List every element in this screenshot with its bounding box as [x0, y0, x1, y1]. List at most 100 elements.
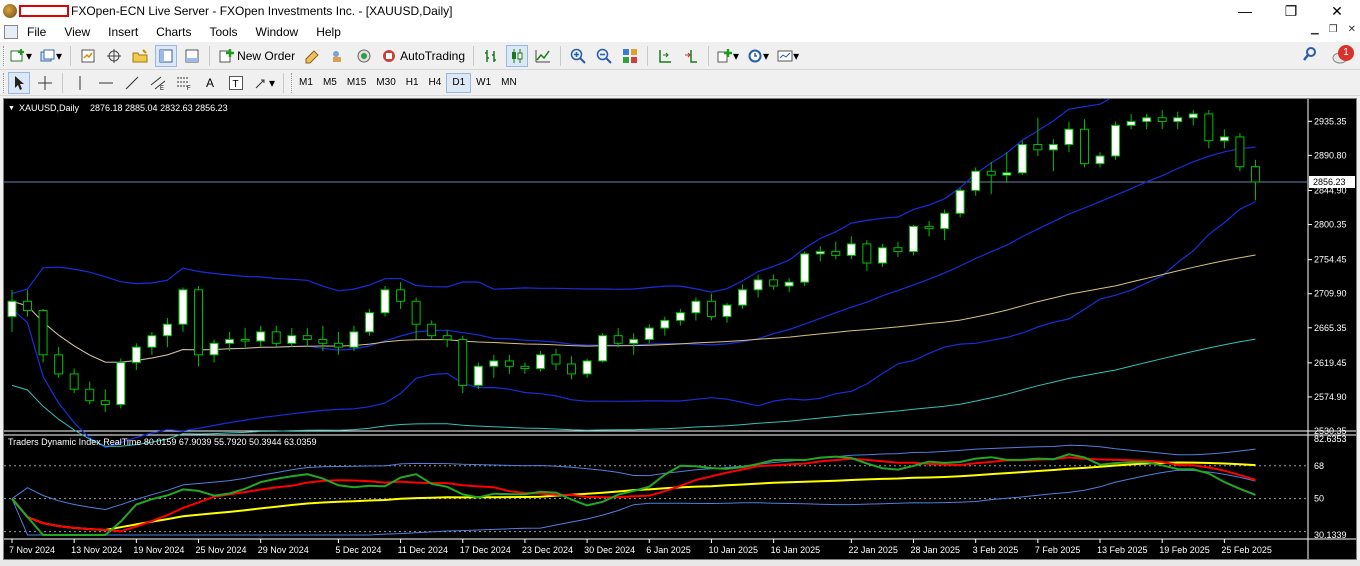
bear-candle-body [271, 331, 281, 344]
bear-candle-body [986, 170, 996, 176]
menu-help[interactable]: Help [307, 25, 350, 39]
candlestick-chart-icon[interactable] [506, 44, 529, 67]
candle [380, 285, 390, 317]
text-label-tool-icon[interactable]: T [225, 72, 247, 94]
text-tool-icon[interactable]: A [199, 72, 221, 94]
ohlc-label: 2876.18 2885.04 2832.63 2856.23 [90, 103, 228, 113]
search-icon[interactable] [1302, 46, 1318, 65]
candle [427, 320, 437, 340]
profiles-icon[interactable]: ▾ [38, 45, 64, 67]
bar-chart-icon[interactable] [480, 45, 502, 67]
horizontal-line-tool-icon[interactable] [95, 72, 117, 94]
navigator-icon[interactable] [129, 45, 151, 67]
close-button[interactable]: ✕ [1314, 0, 1360, 22]
chart-document-icon[interactable] [4, 25, 18, 39]
timeframe-m30[interactable]: M30 [371, 73, 400, 93]
timeframe-mn[interactable]: MN [496, 73, 522, 93]
indicators-icon[interactable]: ▾ [715, 45, 741, 67]
menu-tools[interactable]: Tools [201, 25, 247, 39]
menu-window[interactable]: Window [247, 25, 308, 39]
bull-candle-body [225, 339, 235, 344]
candle [442, 330, 452, 348]
menu-view[interactable]: View [55, 25, 99, 39]
mdi-restore-icon[interactable]: ❐ [1329, 24, 1338, 35]
chart-window[interactable]: 2935.35 2890.80 2844.90 2800.35 2754.45 2709.… [3, 98, 1357, 560]
data-window-icon[interactable] [103, 45, 125, 67]
bull-candle-body [178, 289, 188, 325]
price-tick-label: 2800.35 [1314, 220, 1347, 230]
terminal-icon[interactable] [155, 44, 178, 67]
trendline-tool-icon[interactable] [121, 72, 143, 94]
bull-candle-body [349, 331, 359, 348]
timeframe-m15[interactable]: M15 [342, 73, 371, 93]
timeframe-d1[interactable]: D1 [446, 72, 472, 93]
timeframe-m1[interactable]: M1 [294, 73, 318, 93]
candle [1095, 152, 1105, 168]
autotrading-button[interactable]: AutoTrading [379, 45, 467, 67]
periods-icon[interactable]: ▾ [745, 45, 771, 67]
line-chart-icon[interactable] [532, 45, 554, 67]
metaeditor-icon[interactable] [301, 45, 323, 67]
timeframe-w1[interactable]: W1 [471, 73, 496, 93]
menu-charts[interactable]: Charts [147, 25, 200, 39]
crosshair-tool-icon[interactable] [34, 72, 56, 94]
zoom-in-icon[interactable] [567, 45, 589, 67]
date-tick-label: 19 Feb 2025 [1159, 545, 1210, 555]
bull-candle-body [877, 247, 887, 264]
price-tick-label: 2890.80 [1314, 150, 1347, 160]
candle [1173, 111, 1183, 130]
fibonacci-tool-icon[interactable]: F [173, 72, 195, 94]
templates-icon[interactable]: ▾ [775, 45, 801, 67]
bull-candle-body [116, 361, 126, 406]
minimize-button[interactable]: — [1222, 0, 1268, 22]
candle [1142, 113, 1152, 130]
candle [846, 236, 856, 260]
bull-candle-body [971, 170, 981, 191]
mdi-close-icon[interactable]: ✕ [1348, 24, 1356, 35]
vertical-line-tool-icon[interactable] [69, 72, 91, 94]
candle [800, 251, 810, 286]
menu-insert[interactable]: Insert [99, 25, 147, 39]
candle [986, 162, 996, 195]
candle [1079, 119, 1089, 168]
tile-windows-icon[interactable] [619, 45, 641, 67]
zoom-out-icon[interactable] [593, 45, 615, 67]
cursor-tool-icon[interactable] [8, 71, 30, 94]
candle [333, 331, 343, 355]
menu-file[interactable]: File [18, 25, 55, 39]
bull-candle-body [644, 327, 654, 341]
timeframe-h4[interactable]: H4 [424, 73, 447, 93]
market-icon[interactable] [353, 45, 375, 67]
equidistant-channel-tool-icon[interactable]: E [147, 72, 169, 94]
bear-candle-body [1033, 144, 1043, 151]
date-tick-label: 17 Dec 2024 [460, 545, 511, 555]
price-chart[interactable]: 2935.352890.802844.902800.352754.452709.… [4, 99, 1356, 559]
bear-candle-body [333, 342, 343, 348]
candle [1064, 121, 1074, 153]
candle [396, 282, 406, 309]
candle [131, 343, 141, 371]
new-order-button[interactable]: New Order [216, 45, 297, 67]
candle [23, 289, 33, 317]
bull-candle-body [582, 360, 592, 375]
notification-count-badge: 1 [1338, 44, 1354, 61]
candle [940, 209, 950, 241]
notifications-button[interactable]: 1 [1332, 44, 1354, 65]
bull-candle-body [660, 319, 670, 329]
timeframe-h1[interactable]: H1 [401, 73, 424, 93]
maximize-button[interactable]: ❐ [1268, 0, 1314, 22]
auto-scroll-icon[interactable] [680, 45, 702, 67]
bull-candle-body [800, 253, 810, 283]
arrows-tool-icon[interactable]: ▾ [251, 72, 277, 94]
candle [955, 188, 965, 218]
timeframe-m5[interactable]: M5 [318, 73, 342, 93]
bear-candle-body [458, 339, 468, 386]
market-watch-icon[interactable] [77, 45, 99, 67]
candle [613, 328, 623, 348]
bear-candle-body [613, 335, 623, 344]
mdi-minimize-icon[interactable]: ▁ [1311, 24, 1319, 35]
new-chart-icon[interactable]: ▾ [8, 45, 34, 67]
signals-icon[interactable] [327, 45, 349, 67]
chart-shift-icon[interactable] [654, 45, 676, 67]
strategy-tester-icon[interactable] [181, 45, 203, 67]
